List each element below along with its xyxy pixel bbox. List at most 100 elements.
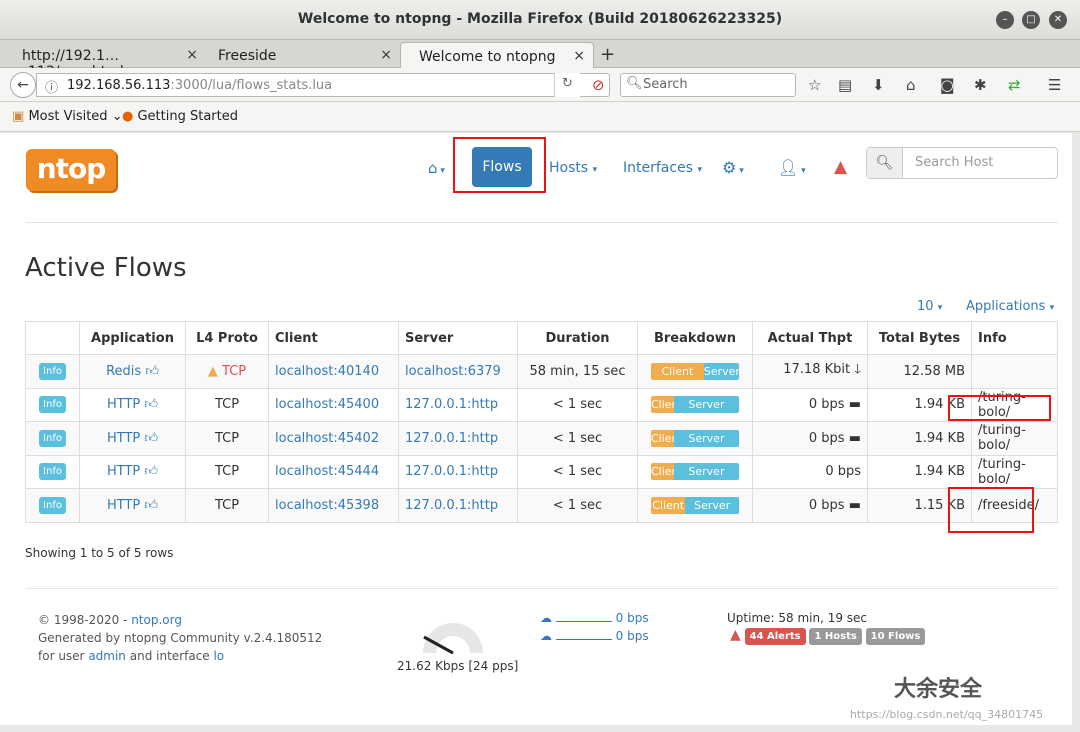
search-input[interactable]: 🔍︎ Search [620, 73, 796, 97]
application-link[interactable]: HTTP [107, 397, 140, 412]
client-port-link[interactable]: :45444 [333, 464, 379, 479]
watermark-brand: 大余安全 [894, 677, 983, 702]
col-l4-proto[interactable]: L4 Proto [185, 321, 269, 355]
host-search-input[interactable]: 🔍︎ Search Host [866, 147, 1058, 179]
application-link[interactable]: Redis [106, 364, 141, 379]
client-port-link[interactable]: :45402 [333, 431, 379, 446]
maximize-icon[interactable]: □ [1022, 11, 1040, 29]
tab-close-icon[interactable]: × [573, 48, 585, 64]
col-duration[interactable]: Duration [517, 321, 638, 355]
close-icon[interactable]: ✕ [1049, 11, 1067, 29]
minimize-icon[interactable]: – [996, 11, 1014, 29]
col-total-bytes[interactable]: Total Bytes [867, 321, 972, 355]
application-link[interactable]: HTTP [107, 431, 140, 446]
site-info-icon[interactable]: ⓘ [45, 77, 58, 96]
col-info[interactable]: Info [971, 321, 1058, 355]
home-nav-icon[interactable]: ⌂ ▾ [428, 159, 445, 199]
block-icon[interactable]: ⊘ [592, 76, 605, 94]
tab-ntopng[interactable]: Welcome to ntopng × [400, 42, 594, 68]
application-link[interactable]: HTTP [107, 498, 140, 513]
tab-close-icon[interactable]: × [380, 47, 392, 63]
thpt-cell: 0 bps [752, 454, 868, 489]
reading-list-icon[interactable]: ▤ [838, 76, 852, 94]
tab-freeside[interactable]: Freeside × [206, 42, 400, 68]
col-client[interactable]: Client [268, 321, 399, 355]
thpt-cell: 17.18 Kbit 🡓 [752, 354, 868, 389]
ntop-logo[interactable]: ntop [26, 149, 116, 191]
col-actions[interactable] [25, 321, 80, 355]
user-icon[interactable]: 👤︎ ▾ [778, 158, 806, 198]
download-icon[interactable]: ⬇ [872, 76, 885, 94]
server-host-link[interactable]: 127.0.0.1 [405, 464, 467, 479]
breakdown-bar: ClientServer [651, 496, 739, 514]
flows-table: Application L4 Proto Client Server Durat… [25, 321, 1058, 523]
client-host-link[interactable]: localhost [275, 464, 333, 479]
col-breakdown[interactable]: Breakdown [637, 321, 753, 355]
reload-icon[interactable]: ↻ [554, 73, 580, 97]
hosts-badge[interactable]: 1 Hosts [809, 628, 862, 645]
user-link[interactable]: admin [88, 649, 126, 663]
client-host-link[interactable]: localhost [275, 397, 333, 412]
client-host-link[interactable]: localhost [275, 431, 333, 446]
nav-hosts[interactable]: Hosts ▾ [549, 160, 597, 200]
tab-xwx[interactable]: http://192.1…113/xwx.html × [10, 42, 206, 80]
info-button[interactable]: Info [39, 396, 66, 414]
ntop-org-link[interactable]: ntop.org [131, 613, 182, 627]
alerts-badge[interactable]: 44 Alerts [744, 628, 806, 645]
client-cell: localhost:40140 [268, 354, 399, 389]
server-host-link[interactable]: localhost [405, 364, 463, 379]
getting-started-bookmark[interactable]: ● Getting Started [122, 109, 238, 124]
page-size-dropdown[interactable]: 10 ▾ [917, 299, 942, 314]
server-host-link[interactable]: 127.0.0.1 [405, 498, 467, 513]
server-host-link[interactable]: 127.0.0.1 [405, 397, 467, 412]
highlight-box [453, 137, 546, 193]
col-actual-thpt[interactable]: Actual Thpt [752, 321, 868, 355]
server-port-link[interactable]: :6379 [463, 364, 500, 379]
flows-badge[interactable]: 10 Flows [865, 628, 926, 645]
proxy-toggle-icon[interactable]: ⇄ [1008, 76, 1021, 94]
settings-gear-icon[interactable]: ⚙ ▾ [722, 158, 744, 198]
thumbs-up-icon: 👍︎ [144, 430, 158, 446]
client-host-link[interactable]: localhost [275, 364, 333, 379]
info-button[interactable]: Info [39, 362, 66, 380]
cloud-download-icon: ☁ [540, 629, 552, 643]
nav-interfaces[interactable]: Interfaces ▾ [623, 160, 702, 200]
server-port-link[interactable]: :http [467, 498, 498, 513]
application-link[interactable]: HTTP [107, 464, 140, 479]
interface-link[interactable]: lo [213, 649, 224, 663]
extension-icon[interactable]: ✱ [974, 76, 987, 94]
col-server[interactable]: Server [398, 321, 518, 355]
dash-icon: ▬ [848, 497, 861, 513]
breakdown-cell: ClientServer [637, 421, 753, 456]
pocket-icon[interactable]: ◙ [940, 76, 955, 94]
breakdown-cell: ClientServer [637, 454, 753, 489]
menu-icon[interactable]: ☰ [1048, 76, 1061, 94]
back-icon[interactable]: ← [10, 72, 36, 98]
info-button[interactable]: Info [39, 463, 66, 481]
bookmark-star-icon[interactable]: ☆ [808, 76, 821, 94]
breakdown-server: Server [673, 396, 739, 414]
info-button[interactable]: Info [39, 496, 66, 514]
client-port-link[interactable]: :45400 [333, 397, 379, 412]
page-title: Active Flows [25, 253, 187, 283]
client-port-link[interactable]: :45398 [333, 498, 379, 513]
client-cell: localhost:45398 [268, 488, 399, 523]
server-port-link[interactable]: :http [467, 397, 498, 412]
url-bar[interactable]: ⓘ 192.168.56.113:3000/lua/flows_stats.lu… [36, 73, 610, 97]
home-icon[interactable]: ⌂ [906, 76, 916, 94]
server-host-link[interactable]: 127.0.0.1 [405, 431, 467, 446]
alert-warning-icon[interactable]: ▲ [834, 157, 847, 197]
tab-close-icon[interactable]: × [186, 47, 198, 63]
info-button[interactable]: Info [39, 429, 66, 447]
most-visited-bookmark[interactable]: ▣ Most Visited ⌄ [12, 109, 123, 124]
warning-icon: ▲ [207, 363, 218, 379]
client-host-link[interactable]: localhost [275, 498, 333, 513]
breakdown-client: Client [651, 396, 674, 414]
new-tab-icon[interactable]: + [600, 44, 615, 65]
server-cell: 127.0.0.1:http [398, 454, 518, 489]
server-port-link[interactable]: :http [467, 431, 498, 446]
col-application[interactable]: Application [79, 321, 186, 355]
applications-dropdown[interactable]: Applications ▾ [966, 299, 1054, 314]
server-port-link[interactable]: :http [467, 464, 498, 479]
client-port-link[interactable]: :40140 [333, 364, 379, 379]
